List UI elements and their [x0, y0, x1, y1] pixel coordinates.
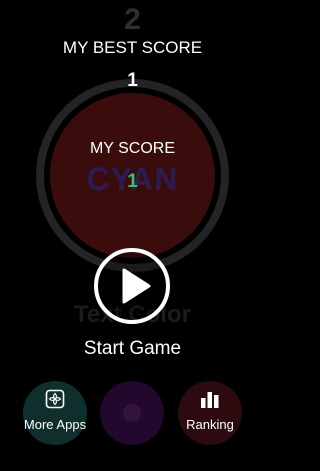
play-button[interactable]	[94, 248, 170, 324]
circle-icon	[123, 404, 141, 422]
start-game-label[interactable]: Start Game	[0, 337, 265, 361]
more-apps-button[interactable]: More Apps	[23, 381, 87, 445]
play-icon	[122, 268, 151, 304]
middle-button[interactable]	[100, 381, 164, 445]
background-level-number: 2	[124, 3, 141, 36]
my-score-value: 1	[127, 171, 138, 192]
bar-chart-icon	[178, 389, 242, 414]
best-score-label: MY BEST SCORE	[62, 38, 203, 57]
ranking-label: Ranking	[186, 417, 234, 432]
best-score-value: 1	[127, 70, 138, 91]
apps-icon	[23, 389, 87, 414]
more-apps-label: More Apps	[23, 417, 87, 432]
my-score-label: MY SCORE	[89, 140, 176, 157]
ranking-button[interactable]: Ranking	[178, 381, 242, 445]
